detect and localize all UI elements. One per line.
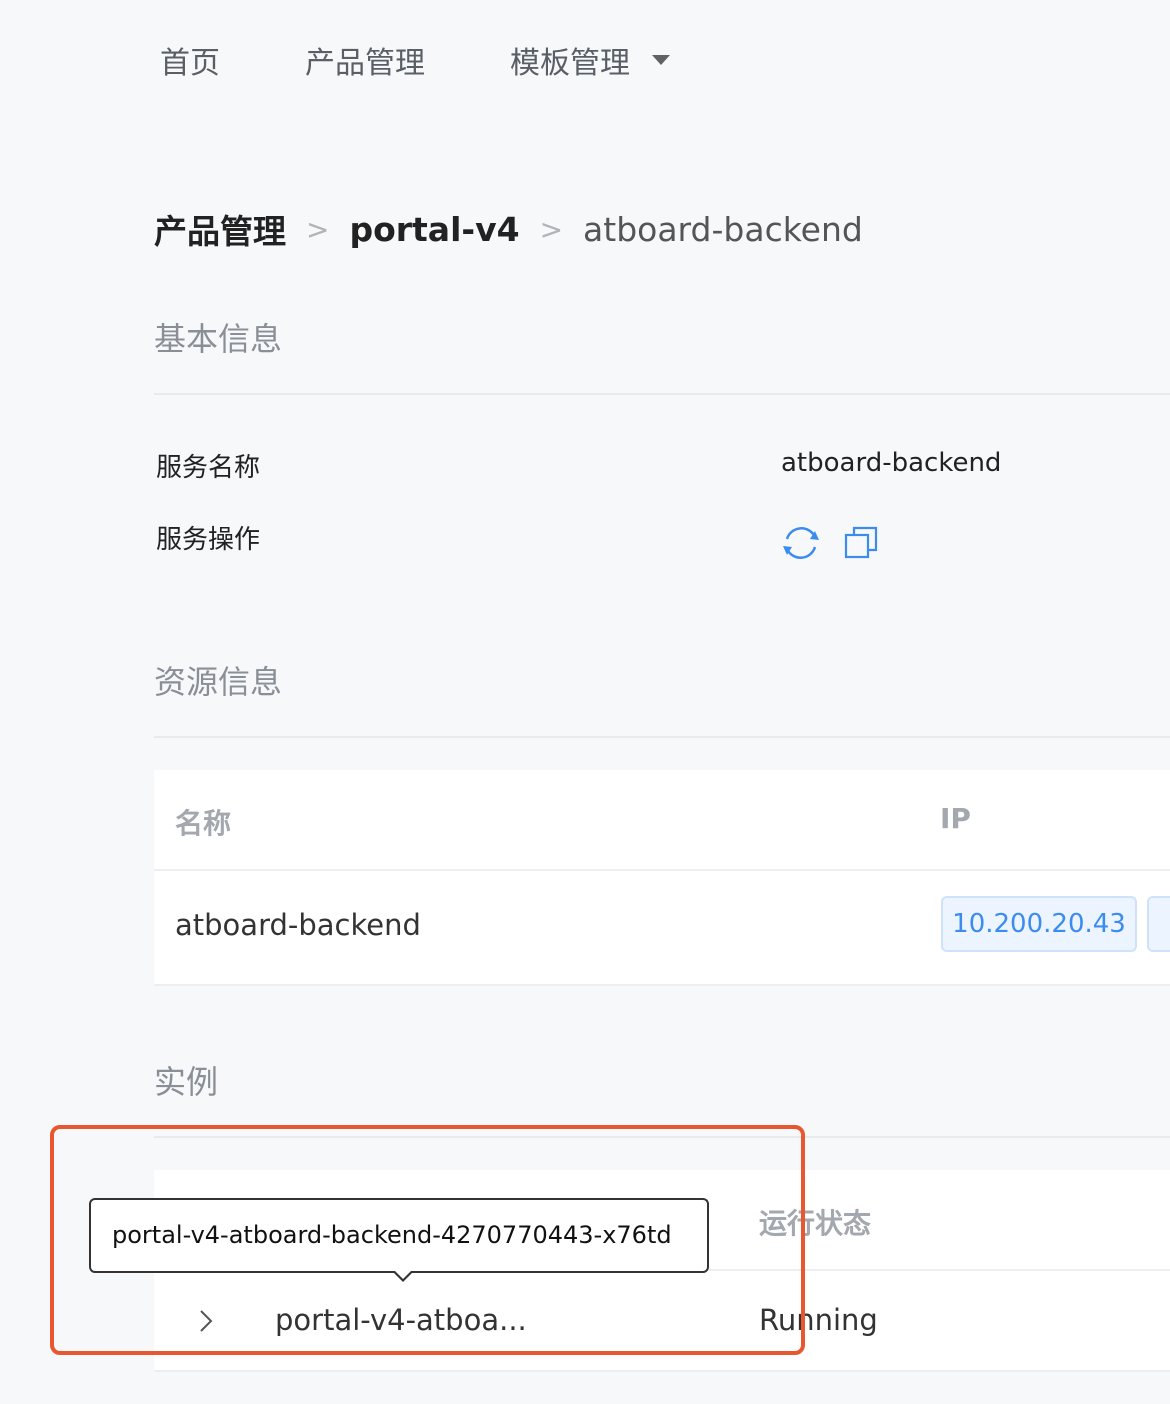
breadcrumb-separator: > bbox=[539, 212, 564, 246]
resource-table: 名称 IP atboard-backend 10.200.20.43 bbox=[154, 770, 1170, 986]
service-name-label: 服务名称 bbox=[156, 453, 261, 483]
ip-tag bbox=[1147, 896, 1170, 952]
row-divider bbox=[154, 1370, 1170, 1372]
caret-down-icon bbox=[652, 55, 670, 65]
breadcrumb-product-management[interactable]: 产品管理 bbox=[154, 205, 286, 253]
breadcrumb-separator: > bbox=[306, 212, 330, 246]
nav-home[interactable]: 首页 bbox=[160, 38, 220, 82]
service-name-value: atboard-backend bbox=[781, 448, 1002, 478]
nav-template-label: 模板管理 bbox=[510, 46, 630, 81]
copy-icon[interactable] bbox=[844, 525, 880, 561]
row-divider bbox=[154, 984, 1170, 986]
nav-product-management[interactable]: 产品管理 bbox=[305, 38, 425, 82]
resource-info-title: 资源信息 bbox=[154, 663, 283, 701]
nav-template-management[interactable]: 模板管理 bbox=[510, 38, 670, 82]
service-ops bbox=[780, 522, 880, 564]
row-divider bbox=[154, 869, 1170, 871]
resource-name-cell: atboard-backend bbox=[175, 908, 421, 942]
section-divider bbox=[154, 736, 1170, 738]
column-header-name: 名称 bbox=[175, 807, 232, 840]
column-header-ip: IP bbox=[940, 802, 971, 835]
ip-tag: 10.200.20.43 bbox=[941, 896, 1137, 952]
breadcrumb-product[interactable]: portal-v4 bbox=[349, 210, 519, 249]
refresh-icon[interactable] bbox=[780, 522, 822, 564]
annotation-highlight-box bbox=[50, 1125, 805, 1355]
breadcrumb-current: atboard-backend bbox=[583, 209, 863, 249]
service-ops-label: 服务操作 bbox=[156, 525, 261, 555]
instances-title: 实例 bbox=[154, 1063, 219, 1101]
section-divider bbox=[154, 393, 1170, 395]
top-nav: 首页 产品管理 模板管理 bbox=[160, 38, 670, 82]
basic-info-title: 基本信息 bbox=[154, 320, 283, 358]
breadcrumb: 产品管理 > portal-v4 > atboard-backend bbox=[154, 205, 863, 253]
